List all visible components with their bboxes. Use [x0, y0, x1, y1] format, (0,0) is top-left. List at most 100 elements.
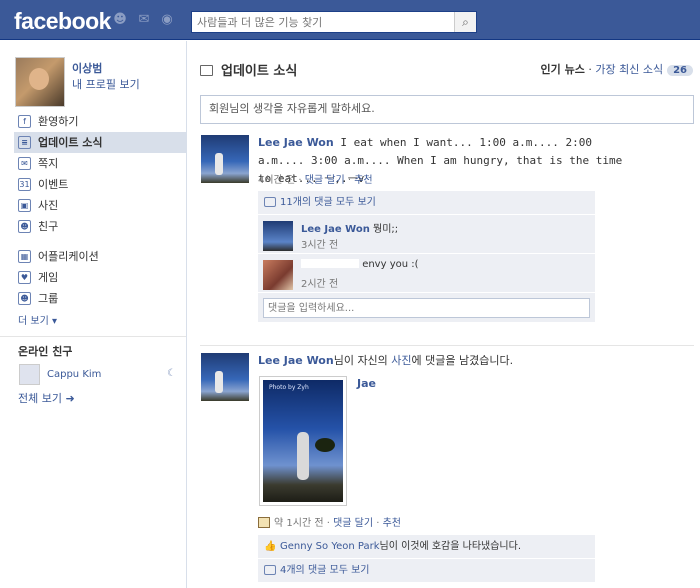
comments-box: 👍 Genny So Yeon Park님이 이것에 호감을 나타냈습니다. 4개…	[258, 535, 595, 583]
news-feed-icon: ≡	[18, 136, 31, 149]
nav-item-label: 환영하기	[38, 115, 79, 128]
likes-text: 님이 이것에 호감을 나타냈습니다.	[379, 541, 522, 552]
friend-name: Cappu Kim	[47, 369, 102, 380]
nav-item-games[interactable]: ♥ 게임	[16, 267, 186, 288]
view-all-comments-label: 4개의 댓글 모두 보기	[280, 565, 370, 576]
view-all-comments-link[interactable]: 4개의 댓글 모두 보기	[258, 559, 595, 583]
news-feed-icon	[200, 65, 213, 76]
nav-item-label: 업데이트 소식	[38, 136, 103, 149]
story-timestamp[interactable]: 약 1시간 전	[274, 518, 324, 529]
comments-box: 11개의 댓글 모두 보기 Lee Jae Won 뭥미;; 3시간 전 env…	[258, 191, 595, 323]
comment-bubble-icon	[264, 565, 276, 575]
comment-item: Lee Jae Won 뭥미;; 3시간 전	[258, 215, 595, 254]
new-stories-count-badge: 26	[667, 65, 693, 76]
friend-avatar	[19, 364, 40, 385]
see-all-online-link[interactable]: 전체 보기 ➜	[16, 390, 186, 406]
news-feed: 업데이트 소식 인기 뉴스 · 가장 최신 소식 26 회원님의 생각을 자유롭게…	[187, 41, 700, 588]
liker-name[interactable]: Genny So Yeon Park	[280, 541, 380, 552]
nav-item-news-feed[interactable]: ≡ 업데이트 소식	[14, 132, 186, 153]
messages-icon[interactable]: ✉	[136, 13, 152, 27]
separator: ·	[373, 518, 383, 529]
comment-bubble-icon	[264, 197, 276, 207]
separator: ·	[584, 63, 596, 76]
feed-sort-links: 인기 뉴스 · 가장 최신 소식 26	[541, 61, 693, 77]
page-title-text: 업데이트 소식	[221, 64, 298, 79]
story-actor-link[interactable]: Lee Jae Won	[258, 354, 334, 367]
thumbs-up-icon: 👍	[264, 541, 277, 552]
games-icon: ♥	[18, 271, 31, 284]
comment-timestamp: 2시간 전	[301, 279, 339, 290]
left-sidebar: 이상범 내 프로필 보기 f 환영하기 ≡ 업데이트 소식 ✉ 쪽지 31 이벤…	[0, 41, 186, 588]
commenter-avatar[interactable]	[263, 260, 293, 290]
like-link[interactable]: 추천	[383, 518, 401, 529]
notifications-icon[interactable]: ◉	[159, 13, 175, 27]
likes-row: 👍 Genny So Yeon Park님이 이것에 호감을 나타냈습니다.	[258, 535, 595, 559]
status-composer[interactable]: 회원님의 생각을 자유롭게 말하세요.	[200, 95, 694, 124]
online-friends-title: 온라인 친구	[18, 345, 73, 358]
nav-item-label: 사진	[38, 199, 59, 212]
story-divider	[200, 345, 694, 346]
online-friend-item[interactable]: Cappu Kim ☾	[16, 364, 186, 388]
view-all-comments-label: 11개의 댓글 모두 보기	[280, 197, 376, 208]
photos-icon: ▣	[18, 199, 31, 212]
photo-link[interactable]: 사진	[391, 354, 411, 367]
story-body: 님이 자신의	[333, 354, 392, 367]
page-title: 업데이트 소식	[200, 60, 297, 79]
nav-item-friends[interactable]: ☻ 친구	[16, 216, 186, 237]
nav-item-welcome[interactable]: f 환영하기	[16, 111, 186, 132]
search-icon[interactable]: ⌕	[454, 12, 476, 32]
nav-item-label: 쪽지	[38, 157, 59, 170]
messages-icon: ✉	[18, 157, 31, 170]
search-input[interactable]	[192, 12, 452, 32]
like-link[interactable]: 추천	[354, 175, 372, 186]
photo-source-icon	[258, 517, 270, 528]
photo-image: Photo by Zyh	[263, 380, 343, 502]
comment-link[interactable]: 댓글 달기	[305, 175, 345, 186]
nav-list: f 환영하기 ≡ 업데이트 소식 ✉ 쪽지 31 이벤트 ▣ 사진 ☻ 친구 ▦…	[0, 111, 186, 406]
nav-item-groups[interactable]: ☻ 그룹	[16, 288, 186, 309]
shared-photo[interactable]: Photo by Zyh	[259, 376, 347, 506]
photo-watermark: Photo by Zyh	[269, 384, 309, 391]
nav-item-label: 게임	[38, 271, 59, 284]
top-news-link[interactable]: 인기 뉴스	[541, 63, 585, 76]
search-box: ⌕	[191, 11, 477, 33]
profile-name[interactable]: 이상범	[72, 60, 102, 76]
view-profile-link[interactable]: 내 프로필 보기	[72, 76, 140, 92]
story-timestamp[interactable]: 4시간 전	[258, 175, 295, 186]
comment-text: Lee Jae Won 뭥미;;	[301, 220, 398, 235]
comment-input[interactable]	[263, 298, 590, 318]
more-link[interactable]: 더 보기 ▾	[16, 312, 186, 327]
photo-album-title[interactable]: Jae	[357, 377, 376, 390]
commenter-avatar[interactable]	[263, 221, 293, 251]
separator: ·	[344, 175, 355, 186]
divider	[0, 336, 186, 337]
story-meta: 약 1시간 전 · 댓글 달기 · 추천	[258, 514, 401, 529]
nav-item-label: 이벤트	[38, 178, 69, 191]
separator: ·	[323, 518, 334, 529]
separator: ·	[295, 175, 305, 186]
comment-item: envy you :( 2시간 전	[258, 254, 595, 293]
story-author-avatar[interactable]	[201, 353, 249, 401]
most-recent-link[interactable]: 가장 최신 소식	[595, 63, 663, 76]
comment-timestamp: 3시간 전	[301, 240, 339, 251]
nav-item-photos[interactable]: ▣ 사진	[16, 195, 186, 216]
facebook-logo[interactable]: facebook	[14, 8, 111, 35]
comment-input-row	[258, 293, 595, 323]
story-meta: 4시간 전 · 댓글 달기 · 추천	[258, 171, 373, 186]
nav-item-label: 그룹	[38, 292, 59, 305]
comment-body: envy you :(	[362, 259, 419, 270]
comment-link[interactable]: 댓글 달기	[333, 518, 373, 529]
view-all-comments-link[interactable]: 11개의 댓글 모두 보기	[258, 191, 595, 215]
nav-item-label: 친구	[38, 220, 59, 233]
events-icon: 31	[18, 178, 31, 191]
top-bar: facebook ☻ ✉ ◉ ⌕	[0, 0, 700, 40]
nav-item-events[interactable]: 31 이벤트	[16, 174, 186, 195]
nav-item-applications[interactable]: ▦ 어플리케이션	[16, 246, 186, 267]
friend-requests-icon[interactable]: ☻	[112, 13, 128, 27]
profile-avatar[interactable]	[15, 57, 65, 107]
story-author-avatar[interactable]	[201, 135, 249, 183]
commenter-name[interactable]: Lee Jae Won	[301, 224, 370, 235]
story-actor-link[interactable]: Lee Jae Won	[258, 136, 334, 149]
nav-item-messages[interactable]: ✉ 쪽지	[16, 153, 186, 174]
redacted-commenter-name	[301, 259, 359, 268]
